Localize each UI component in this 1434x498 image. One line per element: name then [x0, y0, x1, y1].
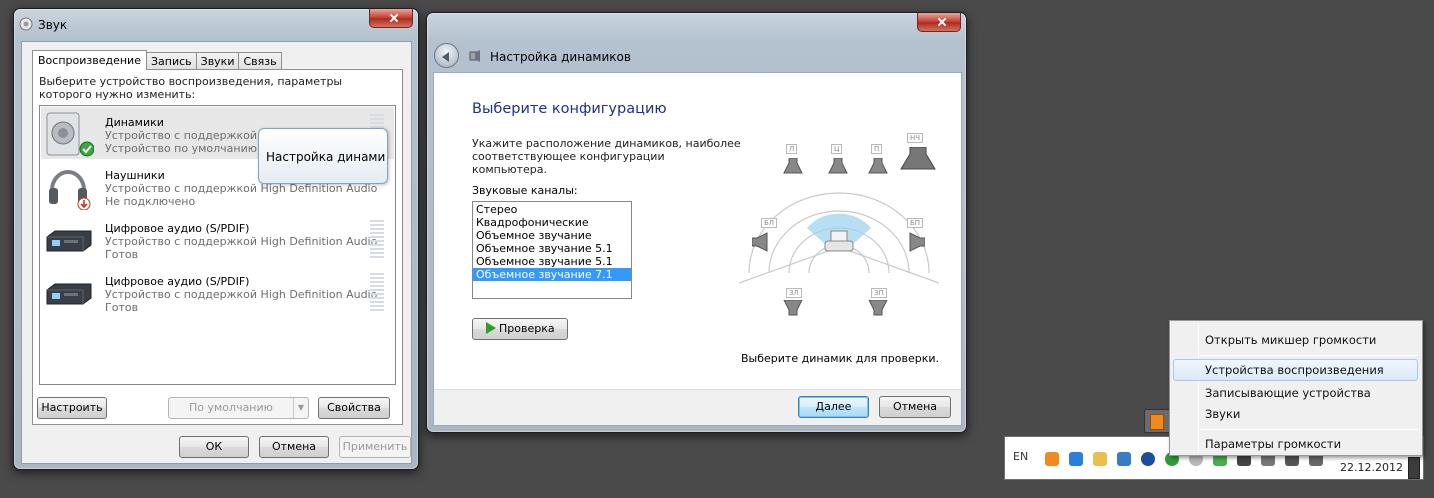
channel-option[interactable]: Объемное звучание	[473, 229, 631, 242]
channel-option[interactable]: Стерео	[473, 203, 631, 216]
test-button[interactable]: Проверка	[472, 318, 568, 340]
apply-button[interactable]: Применить	[339, 436, 411, 458]
sound-window: Звук Воспроизведение Запись Звуки Связь …	[13, 8, 419, 470]
tab-sounds[interactable]: Звуки	[195, 52, 240, 70]
device-spdif-1[interactable]: Цифровое аудио (S/PDIF) Устройство с под…	[41, 213, 394, 265]
clock-date[interactable]: 22.12.2012	[1340, 461, 1403, 474]
device-name: Цифровое аудио (S/PDIF)	[105, 275, 250, 288]
test-label: Проверка	[499, 322, 555, 335]
channel-option[interactable]: Квадрофонические	[473, 216, 631, 229]
digital-audio-icon	[46, 283, 92, 305]
menu-separator	[1200, 355, 1418, 356]
sound-titlebar[interactable]: Звук	[14, 9, 418, 39]
chevron-down-icon[interactable]: ▼	[293, 398, 308, 418]
speaker-icon	[868, 300, 888, 316]
device-desc: Устройство с поддержкой High Definition …	[105, 235, 378, 248]
language-indicator[interactable]: EN	[1013, 450, 1028, 463]
subwoofer-icon	[900, 147, 936, 170]
speaker-icon	[752, 232, 768, 252]
channels-label: Звуковые каналы:	[472, 184, 578, 197]
set-default-label: По умолчанию	[189, 401, 273, 414]
menu-item-open-mixer[interactable]: Открыть микшер громкости	[1173, 329, 1418, 351]
back-arrow-icon[interactable]	[434, 43, 459, 68]
playback-description: Выберите устройство воспроизведения, пар…	[39, 75, 343, 101]
playback-panel: Выберите устройство воспроизведения, пар…	[32, 69, 403, 425]
volume-context-menu: Открыть микшер громкости Устройства восп…	[1169, 320, 1423, 456]
next-button[interactable]: Далее	[798, 396, 869, 418]
speaker-icon	[783, 300, 803, 316]
sound-app-icon	[19, 17, 33, 31]
configure-speakers-tooltip: Настройка динами	[258, 128, 388, 184]
play-icon	[486, 322, 496, 334]
device-desc: Устройство с поддержкой High Definition …	[105, 288, 378, 301]
channel-option-selected[interactable]: Объемное звучание 7.1	[473, 268, 631, 281]
speaker-label: П	[871, 144, 883, 154]
test-hint: Выберите динамик для проверки.	[741, 352, 940, 365]
speaker-setup-icon	[469, 50, 480, 62]
show-desktop-button[interactable]	[1408, 457, 1420, 479]
setup-client: Выберите конфигурацию Укажите расположен…	[433, 72, 962, 426]
headphones-icon	[49, 170, 91, 210]
setup-title: Настройка динамиков	[490, 50, 631, 64]
sound-tabs: Воспроизведение Запись Звуки Связь	[32, 50, 282, 70]
menu-separator	[1200, 429, 1418, 430]
speaker-icon	[909, 232, 925, 252]
speaker-icon	[868, 158, 888, 174]
properties-button[interactable]: Свойства	[318, 397, 390, 419]
archive-icon[interactable]	[1093, 452, 1107, 466]
channel-option[interactable]: Объемное звучание 5.1	[473, 255, 631, 268]
instruction-text: Укажите расположение динамиков, наиболее…	[472, 137, 741, 176]
device-status: Устройство по умолчанию	[105, 142, 258, 155]
device-desc: Устройство с поддержкой Hi	[105, 129, 272, 142]
speaker-icon	[828, 158, 848, 174]
speaker-icon	[46, 112, 94, 157]
level-meter	[370, 220, 384, 260]
dropbox-icon[interactable]	[1069, 452, 1083, 466]
device-name: Динамики	[105, 116, 164, 129]
bluetooth-icon[interactable]	[1141, 452, 1155, 466]
digital-audio-icon	[46, 230, 92, 252]
tab-communications[interactable]: Связь	[238, 52, 282, 70]
menu-item-recording-devices[interactable]: Записывающие устройства	[1173, 382, 1418, 404]
sound-title: Звук	[38, 18, 68, 32]
media-player-icon[interactable]	[1045, 452, 1059, 466]
cancel-button[interactable]: Отмена	[259, 436, 329, 458]
level-meter	[370, 273, 384, 313]
device-spdif-2[interactable]: Цифровое аудио (S/PDIF) Устройство с под…	[41, 266, 394, 318]
sound-close-button[interactable]	[369, 9, 413, 28]
ok-button[interactable]: ОК	[179, 436, 249, 458]
speaker-label: Ц	[831, 144, 843, 154]
configure-button[interactable]: Настроить	[37, 397, 107, 419]
channels-listbox[interactable]: Стерео Квадрофонические Объемное звучани…	[472, 201, 632, 299]
speaker-label: НЧ	[907, 133, 924, 143]
setup-cancel-button[interactable]: Отмена	[879, 396, 951, 418]
network-monitor-icon[interactable]	[1117, 452, 1131, 466]
device-status: Готов	[105, 301, 139, 314]
device-status: Не подключено	[105, 195, 196, 208]
menu-item-sounds[interactable]: Звуки	[1173, 403, 1418, 425]
page-title: Выберите конфигурацию	[472, 101, 667, 117]
device-list[interactable]: Динамики Устройство с поддержкой Hi Устр…	[39, 105, 396, 385]
speaker-label: БЛ	[761, 218, 778, 228]
speaker-label: Л	[786, 144, 798, 154]
speaker-label: ЗЛ	[786, 288, 802, 298]
speaker-setup-window: Настройка динамиков Выберите конфигураци…	[426, 12, 967, 433]
setup-titlebar[interactable]	[427, 13, 966, 43]
speaker-label: ЗП	[871, 288, 887, 298]
channel-option[interactable]: Объемное звучание 5.1	[473, 242, 631, 255]
speaker-icon	[783, 158, 803, 174]
menu-item-playback-devices[interactable]: Устройства воспроизведения	[1173, 359, 1418, 381]
device-name: Наушники	[105, 169, 165, 182]
tab-playback[interactable]: Воспроизведение	[32, 50, 147, 70]
sound-client: Воспроизведение Запись Звуки Связь Выбер…	[21, 41, 412, 464]
speaker-label: БП	[907, 218, 924, 228]
menu-item-volume-settings[interactable]: Параметры громкости	[1173, 433, 1418, 455]
device-name: Цифровое аудио (S/PDIF)	[105, 222, 250, 235]
set-default-button[interactable]: По умолчанию ▼	[168, 397, 309, 419]
tab-recording[interactable]: Запись	[145, 52, 197, 70]
setup-close-button[interactable]	[917, 13, 961, 32]
wizard-footer: Далее Отмена	[434, 389, 961, 425]
device-status: Готов	[105, 248, 139, 261]
